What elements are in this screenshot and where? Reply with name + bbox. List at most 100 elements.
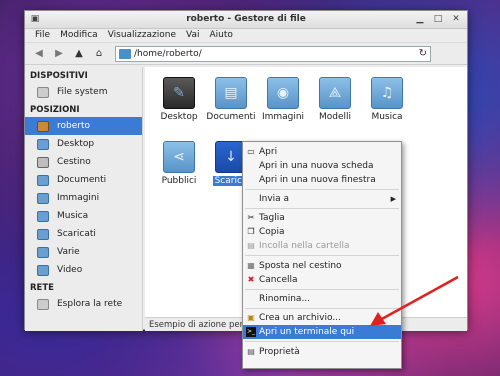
back-icon[interactable]: ◀ (29, 45, 49, 63)
menu-aiuto[interactable]: Aiuto (204, 29, 237, 42)
file-item-modelli[interactable]: ⟁ Modelli (309, 77, 361, 122)
menu-vai[interactable]: Vai (181, 29, 204, 42)
up-icon[interactable]: ▲ (69, 45, 89, 63)
file-item-documenti[interactable]: ▤ Documenti (205, 77, 257, 122)
sidebar-item-label: Scaricati (57, 229, 96, 239)
delete-icon: ✖ (247, 275, 255, 284)
sidebar-item-label: File system (57, 87, 108, 97)
menu-item-apri[interactable]: ▭ Apri (243, 145, 401, 159)
menu-visualizzazione[interactable]: Visualizzazione (103, 29, 181, 42)
pictures-folder-icon: ◉ (267, 77, 299, 109)
trash-icon: ▦ (247, 261, 255, 270)
sidebar-item-musica[interactable]: Musica (25, 207, 142, 225)
menu-item-sposta-cestino[interactable]: ▦ Sposta nel cestino (243, 259, 401, 273)
menu-bar: File Modifica Visualizzazione Vai Aiuto (25, 29, 467, 43)
menu-separator (245, 208, 399, 209)
documents-folder-icon: ▤ (215, 77, 247, 109)
sidebar-item-label: Esplora la rete (57, 299, 123, 309)
sidebar-item-scaricati[interactable]: Scaricati (25, 225, 142, 243)
sidebar-item-roberto[interactable]: roberto (25, 117, 142, 135)
menu-item-new-window[interactable]: Apri in una nuova finestra (243, 173, 401, 187)
menu-separator (245, 255, 399, 256)
address-bar[interactable]: /home/roberto/ ↻ (115, 45, 431, 62)
close-icon[interactable]: ✕ (449, 13, 463, 26)
sidebar-header-network: RETE (30, 283, 54, 293)
menu-item-label: Apri un terminale qui (259, 327, 355, 337)
file-label: Documenti (206, 112, 256, 122)
network-icon (37, 298, 49, 310)
menu-item-incolla[interactable]: ▤ Incolla nella cartella (243, 239, 401, 253)
menu-item-copia[interactable]: ❐ Copia (243, 225, 401, 239)
folder-icon (37, 210, 49, 222)
context-menu: ▭ Apri Apri in una nuova scheda Apri in … (242, 141, 402, 369)
menu-modifica[interactable]: Modifica (55, 29, 103, 42)
menu-separator (245, 308, 399, 309)
trash-icon (37, 156, 49, 168)
sidebar-item-label: Documenti (57, 175, 107, 185)
sidebar-item-network[interactable]: Esplora la rete (25, 295, 142, 313)
minimize-icon[interactable]: ▁ (413, 13, 427, 26)
menu-item-taglia[interactable]: ✂ Taglia (243, 211, 401, 225)
sidebar-item-varie[interactable]: Varie (25, 243, 142, 261)
menu-file[interactable]: File (30, 29, 55, 42)
sidebar-item-desktop[interactable]: Desktop (25, 135, 142, 153)
forward-icon[interactable]: ▶ (49, 45, 69, 63)
file-label: Pubblici (161, 176, 197, 186)
menu-item-label: Copia (259, 227, 285, 237)
menu-item-label: Apri in una nuova scheda (259, 161, 374, 171)
sidebar-item-label: Varie (57, 247, 80, 257)
sidebar-item-file-system[interactable]: File system (25, 83, 142, 101)
sidebar-header-places: POSIZIONI (30, 105, 80, 115)
menu-item-crea-archivio[interactable]: ▣ Crea un archivio... (243, 311, 401, 325)
menu-item-label: Invia a (259, 194, 290, 204)
file-label: Musica (371, 112, 403, 122)
menu-item-new-tab[interactable]: Apri in una nuova scheda (243, 159, 401, 173)
folder-icon (37, 228, 49, 240)
drive-icon (37, 86, 49, 98)
menu-separator (245, 189, 399, 190)
folder-icon (119, 48, 131, 59)
desktop-folder-icon: ✎ (163, 77, 195, 109)
toolbar: ◀ ▶ ▲ ⌂ /home/roberto/ ↻ (25, 43, 467, 65)
menu-item-label: Crea un archivio... (259, 313, 341, 323)
file-item-musica[interactable]: ♫ Musica (361, 77, 413, 122)
file-item-immagini[interactable]: ◉ Immagini (257, 77, 309, 122)
menu-item-cancella[interactable]: ✖ Cancella (243, 273, 401, 287)
menu-item-label: Rinomina... (259, 294, 311, 304)
menu-item-rinomina[interactable]: Rinomina... (243, 292, 401, 306)
sidebar-item-label: Video (57, 265, 83, 275)
home-icon (37, 120, 49, 132)
archive-icon: ▣ (247, 313, 255, 322)
menu-item-label: Sposta nel cestino (259, 261, 342, 271)
desktop-icon (37, 138, 49, 150)
menu-item-terminale[interactable]: >_ Apri un terminale qui (243, 325, 401, 339)
sidebar-item-label: Immagini (57, 193, 100, 203)
menu-separator (245, 341, 399, 342)
menu-item-label: Cancella (259, 275, 298, 285)
sidebar-item-label: roberto (57, 121, 90, 131)
home-icon[interactable]: ⌂ (89, 45, 109, 63)
properties-icon: ▤ (247, 347, 255, 356)
music-folder-icon: ♫ (371, 77, 403, 109)
sidebar-item-video[interactable]: Video (25, 261, 142, 279)
sidebar-item-documenti[interactable]: Documenti (25, 171, 142, 189)
sidebar-item-cestino[interactable]: Cestino (25, 153, 142, 171)
menu-item-label: Incolla nella cartella (259, 241, 350, 251)
paste-icon: ▤ (247, 241, 255, 250)
sidebar-item-immagini[interactable]: Immagini (25, 189, 142, 207)
file-label: Desktop (160, 112, 198, 122)
menu-item-label: Apri in una nuova finestra (259, 175, 376, 185)
submenu-arrow-icon: ▶ (390, 195, 396, 203)
open-icon: ▭ (247, 147, 255, 156)
menu-item-proprieta[interactable]: ▤ Proprietà (243, 345, 401, 359)
reload-icon[interactable]: ↻ (419, 48, 427, 59)
sidebar-item-label: Desktop (57, 139, 95, 149)
cut-icon: ✂ (247, 213, 255, 222)
menu-item-invia-a[interactable]: Invia a ▶ (243, 192, 401, 206)
file-item-pubblici[interactable]: ⋖ Pubblici (153, 141, 205, 186)
file-item-desktop[interactable]: ✎ Desktop (153, 77, 205, 122)
title-bar[interactable]: ▣ roberto - Gestore di file ▁ □ ✕ (25, 11, 467, 29)
sidebar-header-devices: DISPOSITIVI (30, 71, 88, 81)
maximize-icon[interactable]: □ (431, 13, 445, 26)
file-label: Immagini (261, 112, 305, 122)
